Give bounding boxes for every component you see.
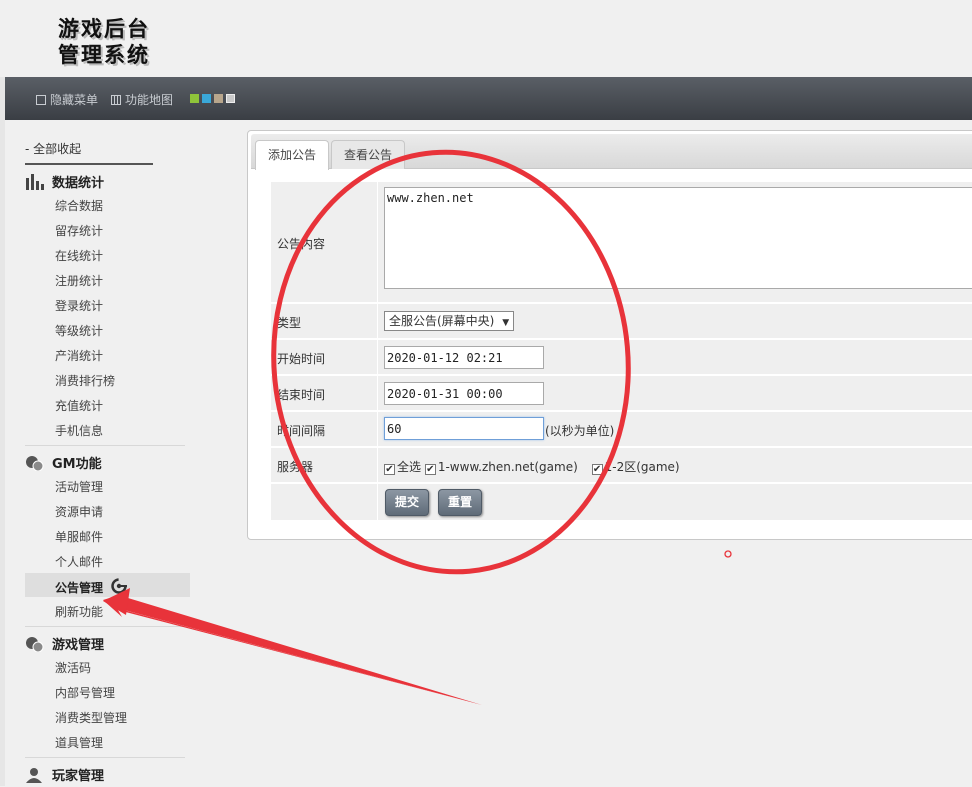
server-1-label: 1-www.zhen.net(game) — [437, 460, 578, 474]
bar-chart-icon — [25, 173, 45, 190]
sidebar-divider — [25, 626, 185, 627]
select-all-checkbox[interactable]: ✔ — [384, 464, 395, 475]
sidebar-item[interactable]: 手机信息 — [55, 422, 103, 439]
sidebar-group-title: GM功能 — [52, 457, 102, 472]
end-time-label: 结束时间 — [277, 388, 326, 402]
menu-icon — [36, 94, 46, 105]
sidebar-group-title: 数据统计 — [52, 176, 105, 191]
server-label: 服务器 — [277, 460, 314, 474]
form-row-server: 服务器 ✔ 全选 ✔ 1-www.zhen.net(game) ✔ 1-2区(game… — [271, 448, 972, 483]
server-1-checkbox[interactable]: ✔ — [424, 464, 436, 475]
form-row-start: 开始时间 — [271, 340, 972, 375]
sidebar-item[interactable]: 留存统计 — [55, 222, 103, 239]
sidebar-item-announcement[interactable]: 公告管理 — [55, 578, 128, 597]
sidebar-group-data-stats[interactable]: 数据统计 — [25, 172, 104, 191]
current-page-icon — [111, 578, 128, 597]
sidebar-item[interactable]: 激活码 — [55, 659, 91, 676]
tab-bar: 添加公告 查看公告 — [251, 134, 972, 170]
annotation-arrow — [103, 593, 482, 705]
start-time-input[interactable] — [384, 346, 544, 369]
logo-line-2: 管理系统 — [58, 42, 150, 67]
sidebar-item[interactable]: 综合数据 — [55, 197, 103, 214]
interval-label: 时间间隔 — [277, 424, 326, 438]
sidebar-item[interactable]: 消费排行榜 — [55, 372, 115, 389]
row-divider — [377, 304, 378, 338]
theme-swatch-green[interactable] — [190, 94, 199, 103]
server-2-checkbox[interactable]: ✔ — [591, 464, 603, 475]
submit-button[interactable]: 提交 — [385, 489, 430, 516]
select-all-label: 全选 — [397, 460, 422, 474]
left-edge — [0, 77, 5, 786]
end-time-input[interactable] — [384, 382, 544, 405]
sidebar-group-title: 游戏管理 — [52, 638, 105, 653]
tab-add-announcement[interactable]: 添加公告 — [255, 140, 330, 170]
sidebar-item[interactable]: 单服邮件 — [55, 528, 103, 545]
sidebar-item[interactable]: 刷新功能 — [55, 603, 103, 620]
sidebar-item[interactable]: 等级统计 — [55, 322, 103, 339]
form-row-interval: 时间间隔 (以秒为单位) — [271, 412, 972, 447]
sidebar-item[interactable]: 活动管理 — [55, 478, 103, 495]
form-row-type: 类型 全服公告(屏幕中央) ▼ — [271, 304, 972, 339]
server-2-label: 1-2区(game) — [604, 460, 680, 474]
form-row-actions: 提交 重置 — [271, 484, 972, 521]
function-map-label: 功能地图 — [125, 93, 174, 107]
row-divider — [377, 484, 378, 520]
sidebar-item[interactable]: 内部号管理 — [55, 684, 115, 701]
type-select-value: 全服公告(屏幕中央) — [389, 314, 495, 328]
sidebar-item[interactable]: 道具管理 — [55, 734, 103, 751]
sidebar-divider — [25, 757, 185, 758]
theme-swatch-gray[interactable] — [226, 94, 235, 103]
annotation-dot — [724, 550, 732, 558]
row-divider — [377, 340, 378, 374]
interval-input[interactable] — [384, 417, 544, 440]
header: 游戏后台 管理系统 — [0, 0, 972, 78]
dropdown-arrow-icon: ▼ — [502, 318, 510, 328]
sidebar-group-title: 玩家管理 — [52, 769, 105, 784]
theme-swatch-blue[interactable] — [202, 94, 211, 103]
sidebar-item[interactable]: 在线统计 — [55, 247, 103, 264]
sidebar-item[interactable]: 产消统计 — [55, 347, 103, 364]
sidebar-group-players[interactable]: 玩家管理 — [25, 765, 104, 784]
top-toolbar: 隐藏菜单 功能地图 — [5, 77, 972, 120]
row-divider — [377, 448, 378, 482]
type-select[interactable]: 全服公告(屏幕中央) ▼ — [384, 311, 515, 331]
row-divider — [377, 412, 378, 446]
sidebar-item-label: 公告管理 — [55, 581, 104, 595]
theme-swatch-tan[interactable] — [214, 94, 223, 103]
interval-unit-hint: (以秒为单位) — [545, 424, 615, 438]
tab-view-announcements[interactable]: 查看公告 — [331, 140, 406, 169]
hide-menu-label: 隐藏菜单 — [50, 93, 99, 107]
sidebar-divider — [25, 445, 185, 446]
start-time-label: 开始时间 — [277, 352, 326, 366]
form-row-end: 结束时间 — [271, 376, 972, 411]
gm-tools-icon — [25, 455, 45, 471]
sidebar-item[interactable]: 充值统计 — [55, 397, 103, 414]
logo-line-1: 游戏后台 — [58, 16, 150, 41]
row-divider — [377, 182, 378, 302]
row-divider — [377, 376, 378, 410]
sidebar-item[interactable]: 注册统计 — [55, 272, 103, 289]
annotation-arrow-shaft — [124, 598, 482, 705]
sidebar-item[interactable]: 消费类型管理 — [55, 709, 127, 726]
announcement-form: 公告内容 www.zhen.net 类型 全服公告(屏幕中央) ▼ 开始时间 结… — [271, 182, 972, 521]
user-icon — [25, 767, 45, 783]
content-textarea[interactable]: www.zhen.net — [384, 187, 972, 289]
sidebar-item[interactable]: 资源申请 — [55, 503, 103, 520]
reset-button[interactable]: 重置 — [438, 489, 483, 516]
sidebar-item[interactable]: 个人邮件 — [55, 553, 103, 570]
hide-menu-button[interactable]: 隐藏菜单 — [36, 91, 98, 108]
game-tools-icon — [25, 636, 45, 652]
sidebar-group-gm[interactable]: GM功能 — [25, 453, 102, 472]
grid-icon — [111, 94, 121, 105]
collapse-all-link[interactable]: - 全部收起 — [25, 140, 153, 165]
sidebar-group-game[interactable]: 游戏管理 — [25, 634, 104, 653]
form-row-content: 公告内容 www.zhen.net — [271, 182, 972, 303]
function-map-button[interactable]: 功能地图 — [111, 91, 173, 108]
logo: 游戏后台 管理系统 — [58, 16, 150, 68]
sidebar-item[interactable]: 登录统计 — [55, 297, 103, 314]
server-options: ✔ 全选 ✔ 1-www.zhen.net(game) ✔ 1-2区(game) — [384, 458, 680, 475]
content-label: 公告内容 — [277, 237, 326, 251]
type-label: 类型 — [277, 316, 302, 330]
